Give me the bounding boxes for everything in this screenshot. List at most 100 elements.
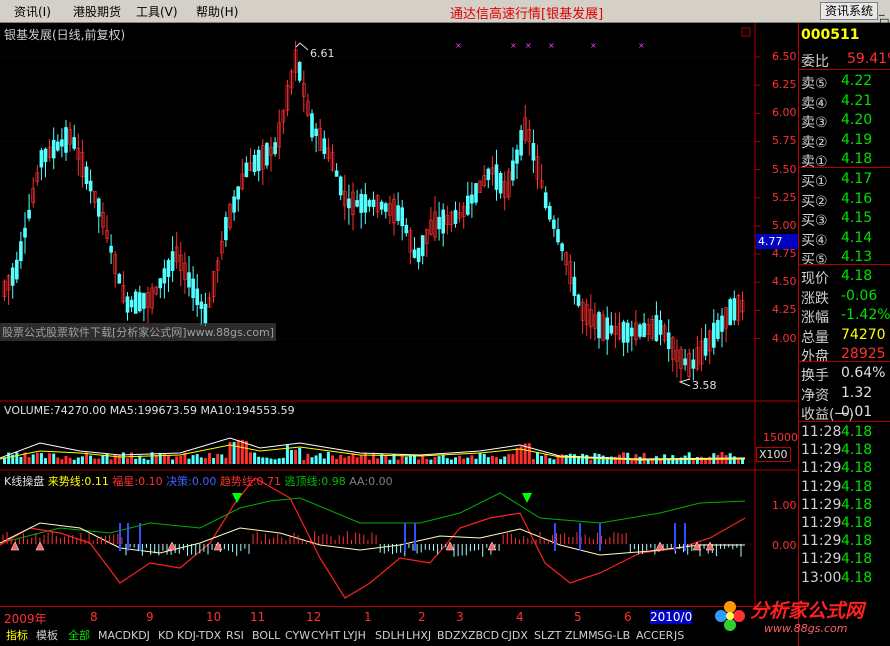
tab-指标[interactable]: 指标: [4, 628, 30, 644]
volume-bar: [134, 458, 138, 464]
volume-bar: [515, 447, 519, 464]
volume-bar: [462, 458, 466, 464]
volume-bar: [503, 456, 507, 464]
candle-body: [334, 170, 339, 177]
price-tick: 5.75: [772, 134, 797, 148]
candle-body: [465, 195, 470, 215]
tab-bdzx[interactable]: BDZX: [435, 628, 470, 644]
tab-slzt[interactable]: SLZT: [532, 628, 563, 644]
tab-cyw[interactable]: CYW: [283, 628, 312, 644]
tab-cjdx[interactable]: CJDX: [499, 628, 530, 644]
volume-bar: [548, 458, 552, 464]
chart-area[interactable]: × × × × × × 银基发展(日线,前复权) 6.61 3.58 4.77 股票公式股…: [0, 23, 800, 606]
volume-bar: [187, 458, 191, 464]
volume-bar: [68, 457, 72, 464]
volume-bar: [437, 456, 441, 464]
tab-kdj-tdx[interactable]: KDJ-TDX: [175, 628, 223, 644]
stat-value: 74270: [841, 326, 886, 343]
candle-body: [703, 337, 708, 356]
brand-logo: 分析家公式网 www.88gs.com: [712, 590, 890, 646]
volume-bar: [35, 452, 39, 464]
menu-info[interactable]: 资讯(I): [14, 3, 51, 20]
candle-body: [519, 130, 523, 156]
volume-bar: [253, 452, 257, 464]
tick-row: 11:29 4.18: [801, 442, 872, 462]
high-price-label: 6.61: [310, 47, 335, 60]
menu-hk-futures[interactable]: 港股期货: [73, 3, 121, 20]
news-system-button[interactable]: 资讯系统: [820, 2, 878, 20]
tab-lhxj[interactable]: LHXJ: [404, 628, 433, 644]
tab-boll[interactable]: BOLL: [250, 628, 282, 644]
volume-bar: [408, 455, 412, 464]
tab-zbcd[interactable]: ZBCD: [466, 628, 501, 644]
stat-label: 现价: [801, 271, 829, 287]
volume-bar: [39, 453, 43, 464]
candle-body: [60, 139, 64, 147]
bid-label: 买②: [801, 193, 828, 210]
candle-body: [72, 137, 76, 149]
ask-row: 卖① 4.18: [801, 151, 872, 171]
menu-tools[interactable]: 工具(V): [136, 3, 178, 20]
candle-body: [88, 180, 93, 192]
candle-body: [162, 268, 167, 284]
candle-body: [515, 149, 519, 164]
volume-bar: [359, 454, 363, 464]
indicator-name: K线操盘: [4, 475, 45, 488]
candle-body: [609, 325, 614, 334]
candle-body: [720, 315, 724, 332]
volume-bar: [109, 459, 113, 464]
tab-全部[interactable]: 全部: [66, 628, 92, 644]
chart-canvas[interactable]: × × × × × ×: [0, 23, 798, 606]
maximize-box[interactable]: [741, 27, 751, 37]
volume-bar: [216, 453, 220, 464]
tab-kdj[interactable]: KDJ: [129, 628, 152, 644]
stat2-row: 换手 0.64%: [801, 365, 885, 385]
indicator-tab-bar: 指标 模板 全部 MACD KDJ KD KDJ-TDX RSI BOLL CYW CYHT LYJH…: [0, 626, 798, 646]
candle-body: [556, 229, 560, 243]
tab-rsi[interactable]: RSI: [224, 628, 246, 644]
candle-body: [195, 288, 199, 305]
stock-code: 000511: [801, 27, 860, 43]
stat2-value: 0.01: [841, 404, 873, 420]
volume-bar: [449, 459, 453, 464]
volume-bar: [310, 457, 314, 464]
tab-模板[interactable]: 模板: [34, 628, 60, 644]
candle-body: [494, 164, 499, 190]
indicator-series: [0, 477, 755, 599]
stat-value: 28925: [841, 346, 886, 362]
stat-value: 4.18: [841, 268, 873, 284]
stat-label: 外盘: [801, 349, 829, 365]
candle-body: [338, 176, 343, 196]
candle-body: [39, 150, 44, 168]
menu-help[interactable]: 帮助(H): [196, 3, 238, 20]
stat2-label: 换手: [801, 368, 829, 384]
brand-url: www.88gs.com: [764, 622, 848, 635]
signal-marker: ×: [638, 41, 645, 50]
ask-label: 卖⑤: [801, 76, 828, 92]
tick-row: 11:29 4.18: [801, 460, 872, 480]
low-price-label: 3.58: [692, 379, 717, 392]
date-label: 10: [206, 610, 222, 624]
candle-body: [716, 320, 720, 339]
tab-lyjh[interactable]: LYJH: [341, 628, 368, 644]
indicator-tick-1: 1.00: [772, 499, 797, 512]
tab-kd[interactable]: KD: [156, 628, 176, 644]
price-tick: 6.50: [772, 50, 797, 63]
volume-bar: [290, 449, 293, 464]
volume-bar: [244, 441, 248, 464]
tab-macd[interactable]: MACD: [96, 628, 133, 644]
tab-js[interactable]: JS: [672, 628, 686, 644]
tab-sdlh[interactable]: SDLH: [373, 628, 407, 644]
ask-value: 4.20: [841, 112, 873, 128]
volume-bar: [495, 457, 498, 464]
tab-sg-lb[interactable]: SG-LB: [595, 628, 632, 644]
flower-icon: [715, 601, 745, 631]
candle-body: [125, 296, 130, 313]
ask-value: 4.18: [841, 151, 873, 167]
tab-accer[interactable]: ACCER: [634, 628, 675, 644]
candle-body: [711, 322, 716, 348]
volume-bar: [302, 459, 306, 464]
tick-value: 4.18: [841, 424, 873, 440]
volume-bar: [277, 458, 281, 464]
tab-cyht[interactable]: CYHT: [309, 628, 342, 644]
